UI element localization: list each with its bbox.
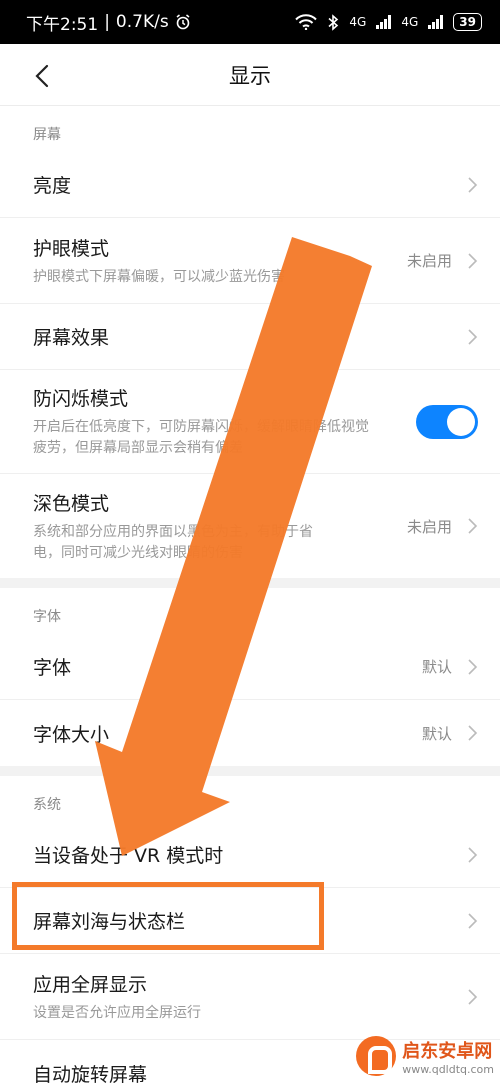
chevron-right-icon xyxy=(468,725,478,741)
row-title: 屏幕效果 xyxy=(33,327,110,349)
status-left: 下午2:51 | 0.7K/s xyxy=(26,10,191,35)
chevron-right-icon xyxy=(468,912,478,929)
row-value: 默认 xyxy=(421,658,452,676)
battery-indicator: 39 xyxy=(453,13,482,31)
row-title: 深色模式 xyxy=(33,492,110,515)
chevron-right-icon xyxy=(468,176,478,193)
back-button[interactable] xyxy=(22,56,62,96)
row-eye-care[interactable]: 护眼模式 护眼模式下屏幕偏暖，可以减少蓝光伤害 未启用 xyxy=(0,218,500,304)
row-notch-status-bar[interactable]: 屏幕刘海与状态栏 xyxy=(0,888,500,954)
section-divider xyxy=(0,578,500,588)
status-net-speed: 0.7K/s xyxy=(115,12,169,32)
watermark-url: www.qdldtq.com xyxy=(402,1062,494,1076)
row-subtitle: 开启后在低亮度下，可防屏幕闪烁，缓解眼睛降低视觉 疲劳，但屏幕局部显示会稍有偏差 xyxy=(33,417,416,459)
status-time: 下午2:51 xyxy=(26,14,99,35)
watermark-text: 启东安卓网 www.qdldtq.com xyxy=(402,1037,494,1076)
bluetooth-icon xyxy=(328,13,339,31)
row-brightness[interactable]: 亮度 xyxy=(0,152,500,218)
title-bar: 显示 xyxy=(0,44,500,106)
back-arrow-icon xyxy=(35,64,49,88)
status-separator: | xyxy=(104,12,110,32)
watermark: 启东安卓网 www.qdldtq.com xyxy=(356,1036,494,1076)
section-header-screen: 屏幕 xyxy=(33,127,61,143)
page-title: 显示 xyxy=(229,63,271,88)
row-value: 未启用 xyxy=(406,252,452,270)
chevron-right-icon xyxy=(468,846,478,863)
section-header-system: 系统 xyxy=(33,797,61,813)
watermark-name: 启东安卓网 xyxy=(402,1040,493,1062)
chevron-right-icon xyxy=(468,328,478,345)
row-anti-flicker: 防闪烁模式 开启后在低亮度下，可防屏幕闪烁，缓解眼睛降低视觉 疲劳，但屏幕局部显… xyxy=(0,370,500,474)
row-vr-mode[interactable]: 当设备处于 VR 模式时 xyxy=(0,822,500,888)
alarm-icon xyxy=(176,14,190,30)
row-dark-mode[interactable]: 深色模式 系统和部分应用的界面以黑色为主，有助于省 电，同时可减少光线对眼睛的伤… xyxy=(0,474,500,578)
row-title: 当设备处于 VR 模式时 xyxy=(33,845,224,867)
wifi-icon xyxy=(295,14,318,30)
anti-flicker-toggle[interactable] xyxy=(416,404,478,439)
row-font-size[interactable]: 字体大小 默认 xyxy=(0,700,500,766)
chevron-right-icon xyxy=(468,988,478,1005)
status-right: 4G 4G 39 xyxy=(295,13,482,31)
signal-icon-2 xyxy=(428,15,444,29)
row-title: 护眼模式 xyxy=(33,237,110,260)
row-subtitle: 设置是否允许应用全屏运行 xyxy=(33,1004,201,1021)
row-title: 亮度 xyxy=(33,175,72,197)
subtitle-line-1: 系统和部分应用的界面以黑色为主，有助于省 xyxy=(33,523,313,540)
row-value: 默认 xyxy=(421,724,452,743)
chevron-right-icon xyxy=(468,658,478,675)
row-fullscreen-apps[interactable]: 应用全屏显示 设置是否允许应用全屏运行 xyxy=(0,954,500,1040)
subtitle-line-2: 疲劳，但屏幕局部显示会稍有偏差 xyxy=(33,440,243,456)
row-value: 未启用 xyxy=(406,517,452,536)
network-label-2: 4G xyxy=(401,15,419,29)
toggle-knob xyxy=(447,407,475,436)
section-divider xyxy=(0,766,500,776)
row-title: 防闪烁模式 xyxy=(33,388,129,410)
row-subtitle: 护眼模式下屏幕偏暖，可以减少蓝光伤害 xyxy=(33,268,285,285)
row-title: 字体 xyxy=(33,657,72,679)
status-bar: 下午2:51 | 0.7K/s 4G 4G 39 xyxy=(0,0,500,44)
row-title: 字体大小 xyxy=(33,723,110,746)
chevron-right-icon xyxy=(468,252,478,269)
row-font[interactable]: 字体 默认 xyxy=(0,634,500,700)
row-title: 屏幕刘海与状态栏 xyxy=(33,911,186,933)
row-title: 应用全屏显示 xyxy=(33,973,148,996)
watermark-logo-icon xyxy=(356,1036,397,1076)
signal-icon-1 xyxy=(376,15,392,29)
row-screen-effect[interactable]: 屏幕效果 xyxy=(0,304,500,370)
chevron-right-icon xyxy=(468,518,478,534)
subtitle-line-1: 开启后在低亮度下，可防屏幕闪烁，缓解眼睛降低视觉 xyxy=(33,419,369,435)
section-header-font: 字体 xyxy=(33,609,61,625)
subtitle-line-2: 电，同时可减少光线对眼睛的伤害 xyxy=(33,544,243,561)
row-subtitle: 系统和部分应用的界面以黑色为主，有助于省 电，同时可减少光线对眼睛的伤害 xyxy=(33,522,407,564)
network-label-1: 4G xyxy=(349,15,367,29)
